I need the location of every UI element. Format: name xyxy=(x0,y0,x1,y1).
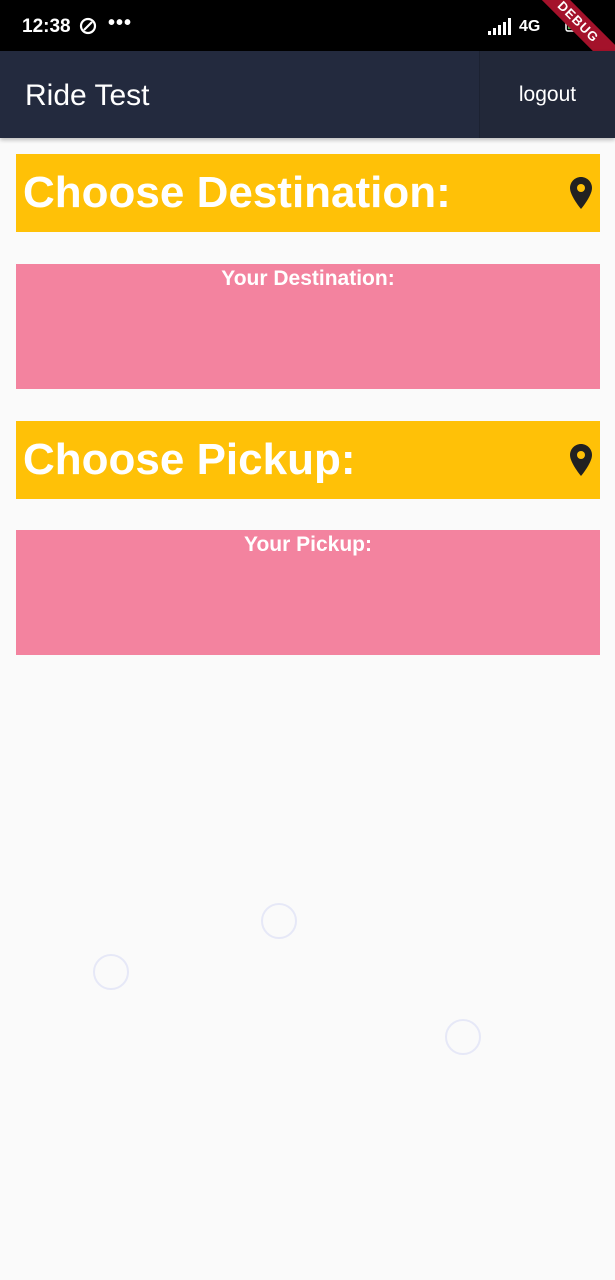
pickup-display-label: Your Pickup: xyxy=(244,533,372,556)
cell-signal-icon xyxy=(488,18,511,35)
pickup-display-box: Your Pickup: xyxy=(16,530,600,655)
destination-display-box: Your Destination: xyxy=(16,264,600,389)
choose-destination-title: Choose Destination: xyxy=(23,168,451,217)
decorative-circle xyxy=(93,954,129,990)
choose-pickup-button[interactable]: Choose Pickup: xyxy=(16,421,600,499)
choose-destination-button[interactable]: Choose Destination: xyxy=(16,154,600,232)
app-title: Ride Test xyxy=(25,79,150,112)
choose-pickup-title: Choose Pickup: xyxy=(23,435,356,484)
location-pin-icon[interactable] xyxy=(570,177,592,209)
network-type-label: 4G xyxy=(519,18,541,35)
more-notifications-icon: ••• xyxy=(108,12,133,34)
location-pin-icon[interactable] xyxy=(570,444,592,476)
decorative-circle xyxy=(261,903,297,939)
destination-display-label: Your Destination: xyxy=(221,267,395,290)
data-saver-icon xyxy=(79,17,97,35)
app-bar: Ride Test logout xyxy=(0,51,615,138)
status-bar: 12:38 ••• 4G DEBUG xyxy=(0,0,615,83)
status-time: 12:38 xyxy=(22,16,71,37)
decorative-circle xyxy=(445,1019,481,1055)
logout-button[interactable]: logout xyxy=(479,51,615,138)
